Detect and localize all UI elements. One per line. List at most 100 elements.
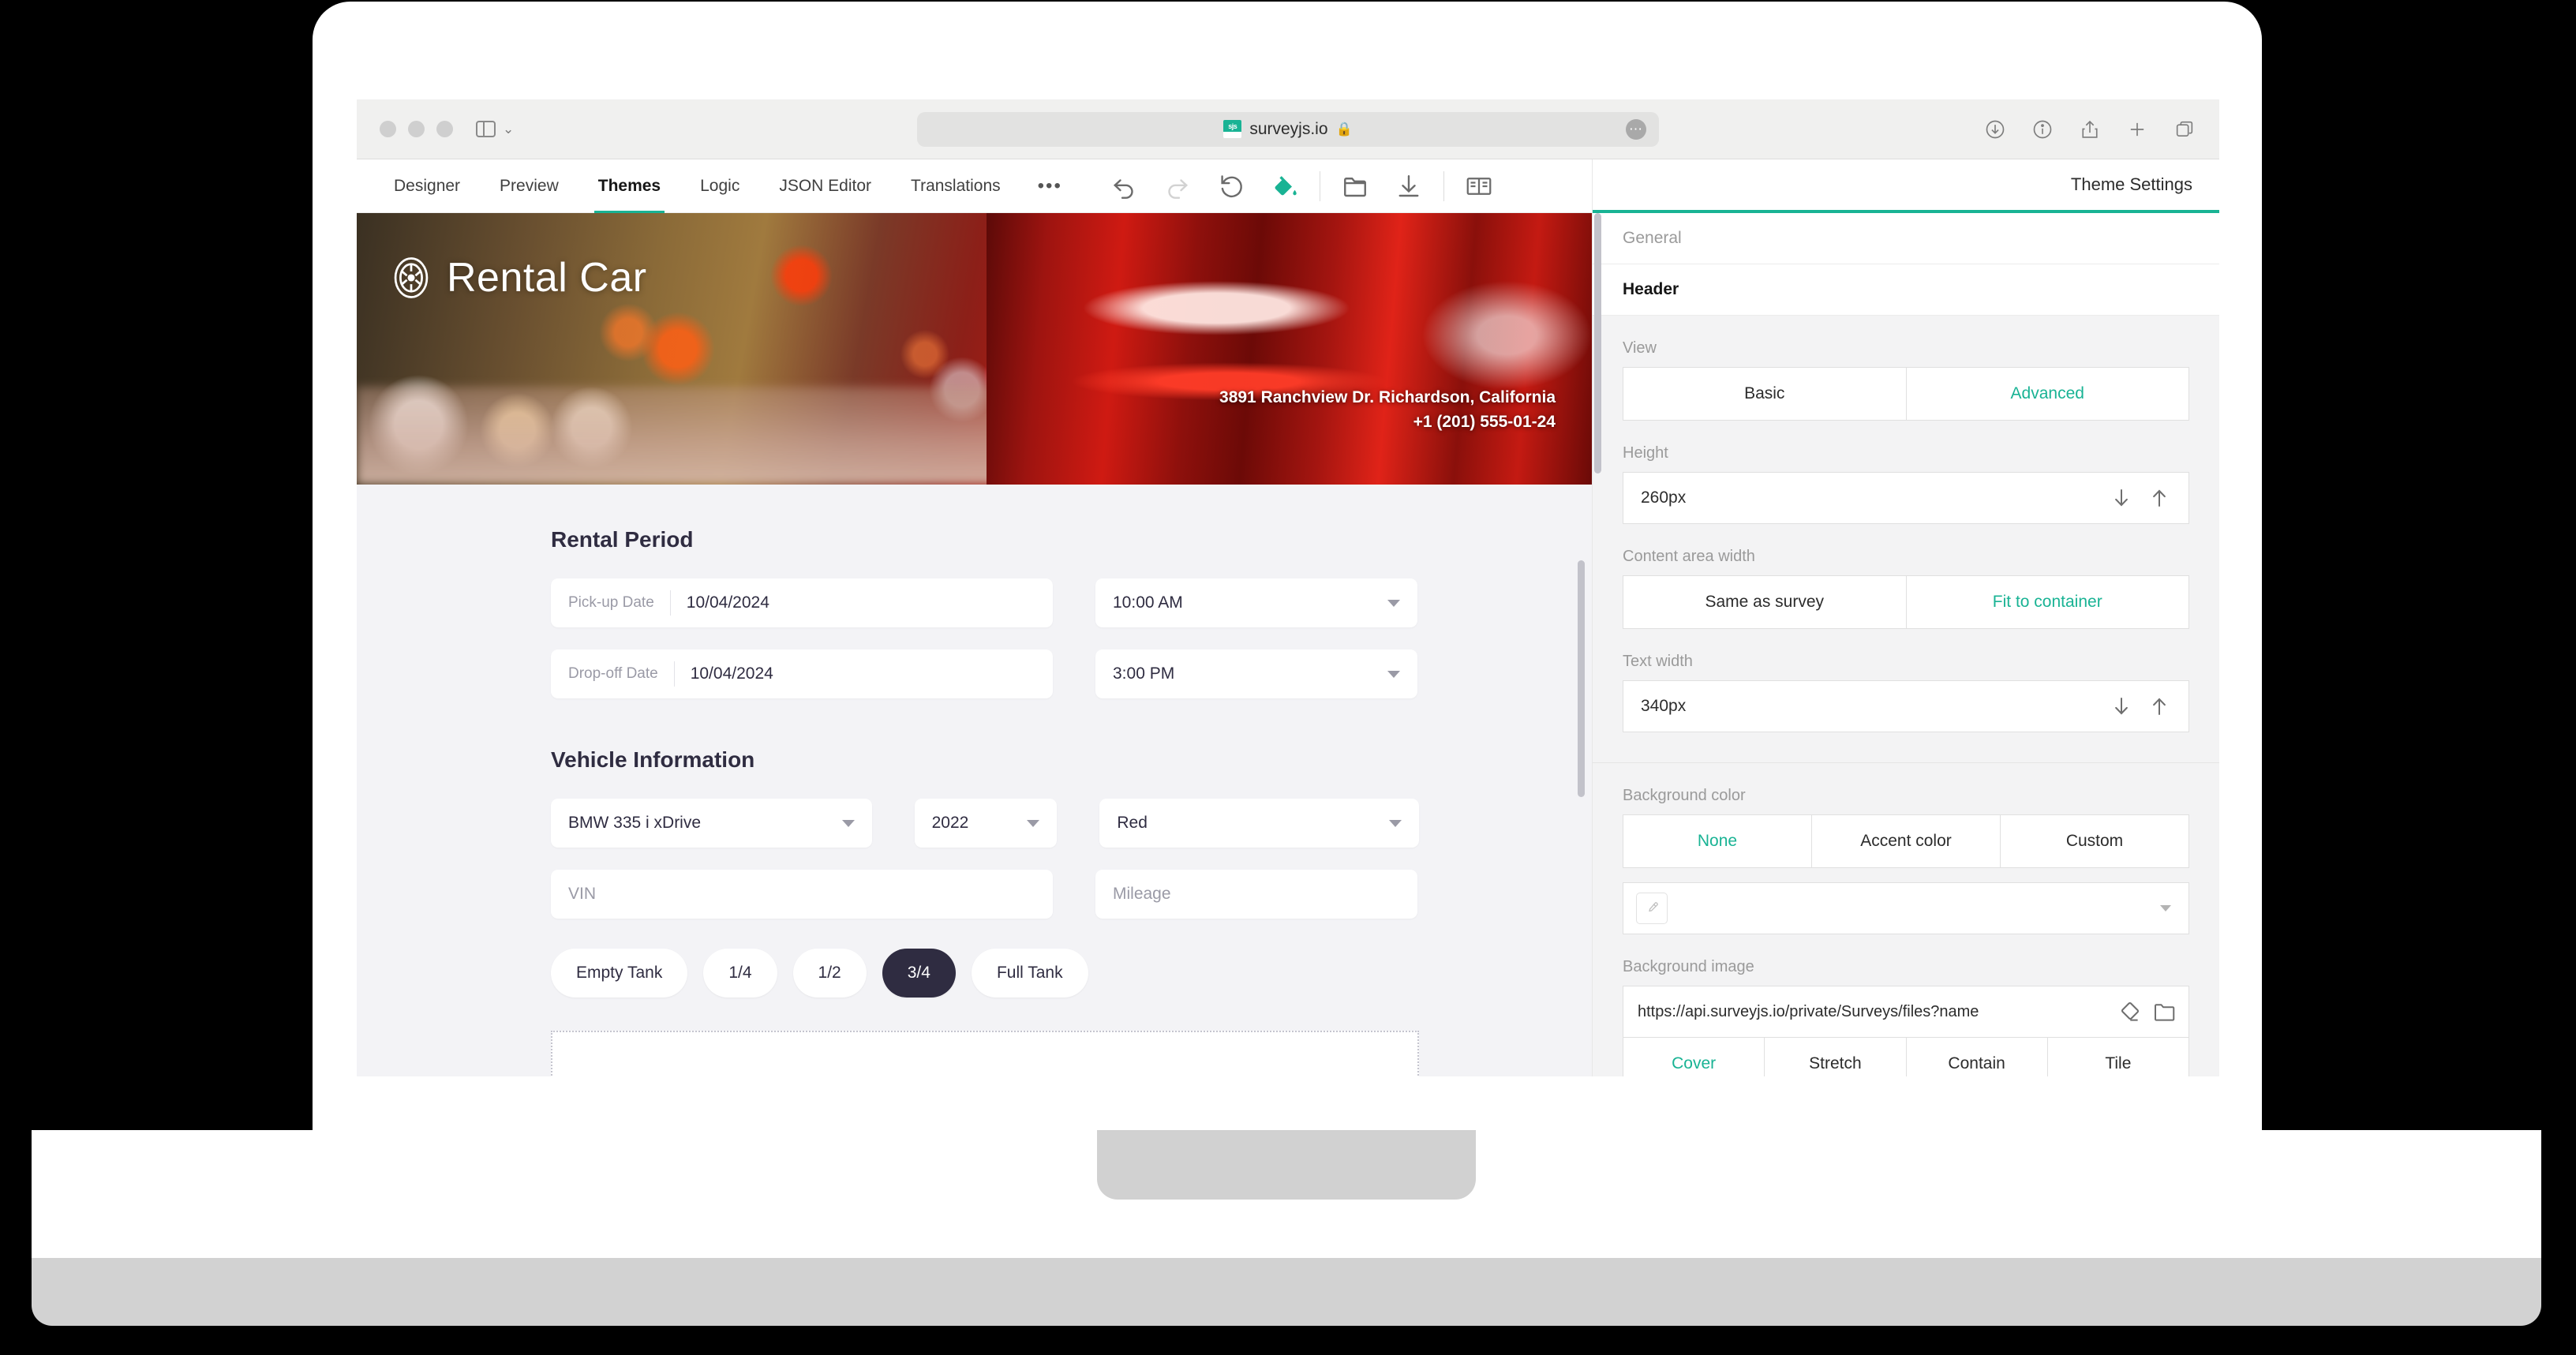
bg-fit-option-stretch[interactable]: Stretch <box>1765 1038 1907 1076</box>
eyedropper-icon[interactable] <box>1636 893 1668 924</box>
bg-fit-option-contain[interactable]: Contain <box>1907 1038 2048 1076</box>
background-fit-segmented-control: Cover Stretch Contain Tile <box>1623 1038 2189 1076</box>
text-width-spinner[interactable]: 340px <box>1623 680 2189 732</box>
field-divider <box>673 661 675 687</box>
sidebar-toggle-button[interactable]: ⌄ <box>476 121 514 137</box>
dropoff-time-select[interactable]: 3:00 PM <box>1095 649 1417 698</box>
field-divider <box>669 590 671 616</box>
tab-preview[interactable]: Preview <box>480 159 578 213</box>
vehicle-color-select[interactable]: Red <box>1099 799 1419 848</box>
dropoff-date-field[interactable]: Drop-off Date 10/04/2024 <box>551 649 1053 698</box>
phone-line: +1 (201) 555-01-24 <box>1413 412 1556 431</box>
content-width-option-same-as-survey[interactable]: Same as survey <box>1623 576 1907 628</box>
tab-logic[interactable]: Logic <box>680 159 759 213</box>
view-option-basic[interactable]: Basic <box>1623 368 1907 420</box>
bg-color-option-custom[interactable]: Custom <box>2001 815 2188 867</box>
info-icon[interactable] <box>2031 118 2054 140</box>
content-area-width-segmented-control: Same as survey Fit to container <box>1623 575 2189 629</box>
page-menu-icon[interactable]: ⋯ <box>1626 118 1646 140</box>
banner-road-blur <box>357 387 999 485</box>
fuel-option-full-tank[interactable]: Full Tank <box>971 949 1088 998</box>
eraser-icon[interactable] <box>2117 1000 2141 1024</box>
tabs-overview-icon[interactable] <box>2174 118 2196 140</box>
height-setting: Height 260px <box>1623 444 2189 524</box>
download-icon[interactable] <box>1984 118 2006 140</box>
survey-header-banner[interactable]: Rental Car 3891 Ranchview Dr. Richardson… <box>357 213 1592 485</box>
content-width-option-fit-to-container[interactable]: Fit to container <box>1907 576 2189 628</box>
bg-fit-option-cover[interactable]: Cover <box>1623 1038 1765 1076</box>
new-tab-icon[interactable] <box>2126 118 2148 140</box>
window-controls[interactable] <box>380 121 453 137</box>
fuel-option-half[interactable]: 1/2 <box>792 949 867 998</box>
vin-placeholder: VIN <box>568 885 597 903</box>
view-label: View <box>1623 339 1657 357</box>
dropoff-date-label: Drop-off Date <box>568 665 658 682</box>
group-header-general[interactable]: General <box>1593 213 2219 264</box>
tab-themes[interactable]: Themes <box>578 159 680 214</box>
chevron-down-icon[interactable] <box>2160 905 2171 911</box>
section-title-vehicle-information: Vehicle Information <box>551 747 755 772</box>
folder-icon[interactable] <box>2152 1000 2176 1024</box>
theme-settings-panel: Theme Settings General Header View Basic… <box>1592 159 2219 1076</box>
fuel-option-quarter[interactable]: 1/4 <box>703 949 777 998</box>
bg-color-option-accent-color[interactable]: Accent color <box>1812 815 2001 867</box>
arrow-down-icon[interactable] <box>2110 694 2133 718</box>
arrow-up-icon[interactable] <box>2147 486 2171 510</box>
chevron-down-icon <box>1387 670 1400 678</box>
view-option-advanced[interactable]: Advanced <box>1907 368 2189 420</box>
canvas-scrollbar[interactable] <box>1578 560 1585 797</box>
pickup-date-field[interactable]: Pick-up Date 10/04/2024 <box>551 578 1053 627</box>
fuel-option-empty-tank[interactable]: Empty Tank <box>551 949 688 998</box>
theme-fill-icon[interactable] <box>1271 172 1299 200</box>
arrow-down-icon[interactable] <box>2110 486 2133 510</box>
background-color-picker[interactable] <box>1623 882 2189 934</box>
laptop-trackpad-notch <box>1097 1130 1476 1200</box>
height-spinner[interactable]: 260px <box>1623 472 2189 524</box>
chevron-down-icon: ⌄ <box>503 122 515 137</box>
text-width-setting: Text width 340px <box>1623 653 2189 732</box>
background-image-value: https://api.surveyjs.io/private/Surveys/… <box>1638 1002 1979 1020</box>
preview-pages-icon[interactable] <box>1465 172 1493 200</box>
close-button[interactable] <box>380 121 396 137</box>
maximize-button[interactable] <box>436 121 453 137</box>
address-bar[interactable]: sjs surveyjs.io 🔒 ⋯ <box>917 111 1659 147</box>
undo-icon[interactable] <box>1110 172 1138 200</box>
download-icon[interactable] <box>1395 172 1423 200</box>
vehicle-year-select[interactable]: 2022 <box>914 799 1058 848</box>
tab-json-editor[interactable]: JSON Editor <box>759 159 891 213</box>
share-icon[interactable] <box>2079 118 2101 140</box>
bg-color-option-none[interactable]: None <box>1623 815 1812 867</box>
pickup-time-select[interactable]: 10:00 AM <box>1095 578 1417 627</box>
favicon-label: sjs <box>1223 120 1242 132</box>
bg-fit-option-tile[interactable]: Tile <box>2048 1038 2188 1076</box>
url-text: surveyjs.io <box>1249 119 1328 138</box>
fuel-option-three-quarter[interactable]: 3/4 <box>882 949 956 998</box>
reset-icon[interactable] <box>1217 172 1245 200</box>
address-line: 3891 Ranchview Dr. Richardson, Californi… <box>1219 388 1556 407</box>
site-favicon-icon: sjs <box>1223 120 1242 138</box>
vehicle-model-select[interactable]: BMW 335 i xDrive <box>551 799 872 848</box>
arrow-up-icon[interactable] <box>2147 694 2171 718</box>
panel-scrollbar[interactable] <box>1594 213 1601 474</box>
redo-icon[interactable] <box>1163 172 1192 200</box>
tabs-overflow-icon[interactable]: ••• <box>1020 159 1080 213</box>
open-file-icon[interactable] <box>1341 172 1369 200</box>
empty-question-placeholder[interactable] <box>551 1031 1419 1076</box>
header-settings-body: View Basic Advanced Height 260px Content… <box>1593 316 2219 763</box>
lock-icon: 🔒 <box>1335 121 1353 137</box>
group-header-header[interactable]: Header <box>1593 264 2219 316</box>
survey-body: Rental Period Pick-up Date 10/04/2024 10… <box>357 485 1592 1076</box>
creator-tabs: Designer Preview Themes Logic JSON Edito… <box>357 159 1080 214</box>
tab-designer[interactable]: Designer <box>374 159 480 213</box>
survey-canvas: Rental Car 3891 Ranchview Dr. Richardson… <box>357 213 1592 1076</box>
form-row: BMW 335 i xDrive 2022 Red <box>551 799 1419 848</box>
pickup-time-value: 10:00 AM <box>1113 593 1183 612</box>
background-image-setting: Background image https://api.surveyjs.io… <box>1623 958 2189 1076</box>
mileage-input[interactable]: Mileage <box>1095 870 1417 919</box>
dropoff-time-value: 3:00 PM <box>1113 664 1175 683</box>
vin-input[interactable]: VIN <box>551 870 1053 919</box>
tab-translations[interactable]: Translations <box>891 159 1020 213</box>
minimize-button[interactable] <box>408 121 425 137</box>
height-label: Height <box>1623 444 1668 462</box>
background-image-input[interactable]: https://api.surveyjs.io/private/Surveys/… <box>1623 986 2189 1038</box>
